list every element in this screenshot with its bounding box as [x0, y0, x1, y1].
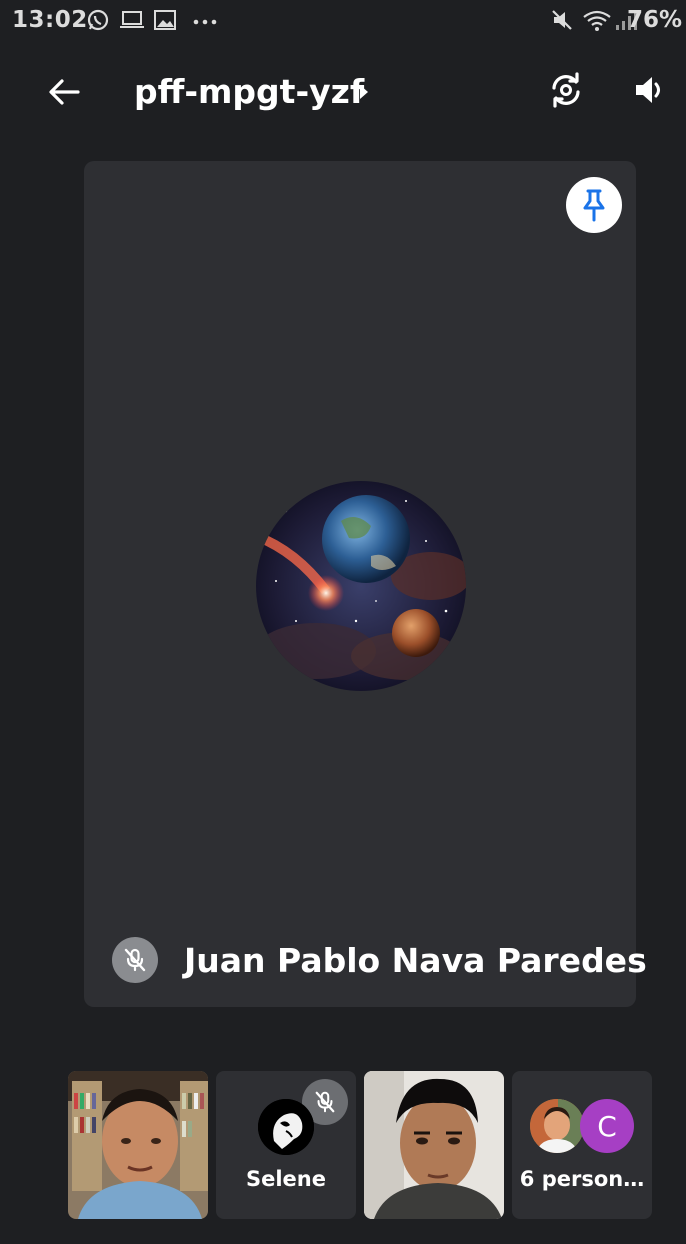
- main-participant-tile[interactable]: Juan Pablo Nava Paredes: [84, 161, 647, 1007]
- pin-icon: [583, 189, 605, 222]
- participant-name: Juan Pablo Nava Paredes: [184, 941, 647, 980]
- laptop-icon: [118, 8, 146, 36]
- speaker-icon: [636, 77, 660, 103]
- more-participants-label: 6 person…: [519, 1167, 645, 1191]
- meeting-top-bar: pff-mpgt-yzf: [0, 50, 686, 134]
- participant-avatar: [258, 1099, 314, 1155]
- caret-right-icon[interactable]: [352, 78, 376, 106]
- back-button[interactable]: [40, 70, 88, 114]
- wifi-icon: [582, 8, 612, 36]
- participant-avatar-letter: C: [580, 1099, 634, 1153]
- switch-camera-button[interactable]: [542, 66, 590, 114]
- pin-button[interactable]: [566, 177, 622, 233]
- more-participants-tile[interactable]: C 6 person…: [512, 1071, 652, 1219]
- arrow-back-icon: [49, 79, 80, 105]
- image-icon: [153, 8, 177, 36]
- mic-off-indicator: [112, 937, 158, 983]
- participant-name: Selene: [245, 1167, 326, 1191]
- status-time: 13:02: [12, 7, 88, 33]
- participant-avatar: [256, 481, 466, 691]
- mute-icon: [550, 8, 574, 36]
- camera-flip-icon: [552, 72, 580, 108]
- mic-off-icon: [124, 948, 146, 972]
- whatsapp-icon: [86, 8, 110, 36]
- more-dots-icon: [192, 8, 220, 36]
- mic-off-icon: [315, 1091, 335, 1113]
- participant-thumbnail-selene[interactable]: Selene: [216, 1071, 356, 1219]
- participant-avatar: [530, 1099, 584, 1153]
- participant-thumbnail-video-2[interactable]: [364, 1071, 504, 1219]
- meeting-code[interactable]: pff-mpgt-yzf: [134, 70, 364, 114]
- status-bar: 13:02 76%: [0, 0, 686, 42]
- battery-level: 76%: [626, 7, 682, 33]
- participant-thumbnail-video-1[interactable]: [68, 1071, 208, 1219]
- audio-output-button[interactable]: [628, 66, 672, 114]
